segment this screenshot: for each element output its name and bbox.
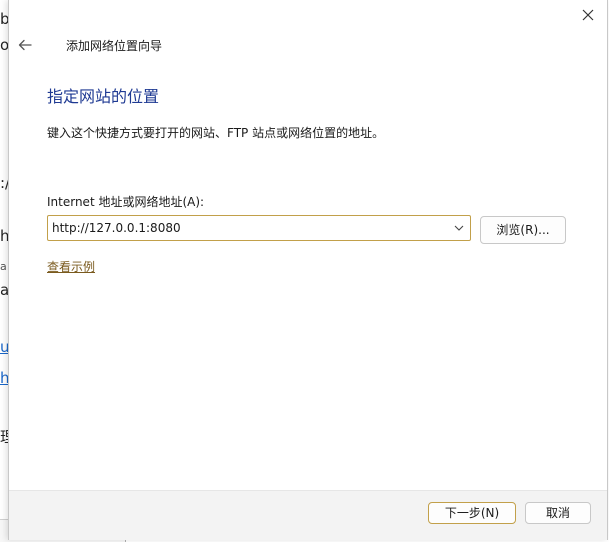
add-network-location-wizard: 添加网络位置向导 指定网站的位置 键入这个快捷方式要打开的网站、FTP 站点或网…: [8, 0, 608, 540]
chevron-down-icon: [454, 225, 464, 231]
back-arrow-icon: [18, 39, 32, 51]
address-dropdown-button[interactable]: [448, 216, 470, 240]
page-heading: 指定网站的位置: [47, 87, 160, 106]
back-button[interactable]: [13, 33, 37, 57]
close-icon: [582, 9, 594, 21]
wizard-footer: 下一步(N) 取消: [9, 490, 607, 540]
background-text-fragment: a: [0, 260, 7, 273]
address-input[interactable]: http://127.0.0.1:8080: [48, 216, 448, 240]
view-examples-link[interactable]: 查看示例: [47, 258, 95, 276]
next-button[interactable]: 下一步(N): [428, 502, 516, 524]
address-label: Internet 地址或网络地址(A):: [47, 195, 205, 209]
instruction-text: 键入这个快捷方式要打开的网站、FTP 站点或网络位置的地址。: [47, 126, 385, 140]
close-button[interactable]: [575, 2, 601, 28]
address-combobox[interactable]: http://127.0.0.1:8080: [47, 215, 471, 241]
browse-button[interactable]: 浏览(R)...: [480, 216, 566, 244]
wizard-title: 添加网络位置向导: [66, 39, 163, 53]
cancel-button[interactable]: 取消: [525, 502, 591, 524]
